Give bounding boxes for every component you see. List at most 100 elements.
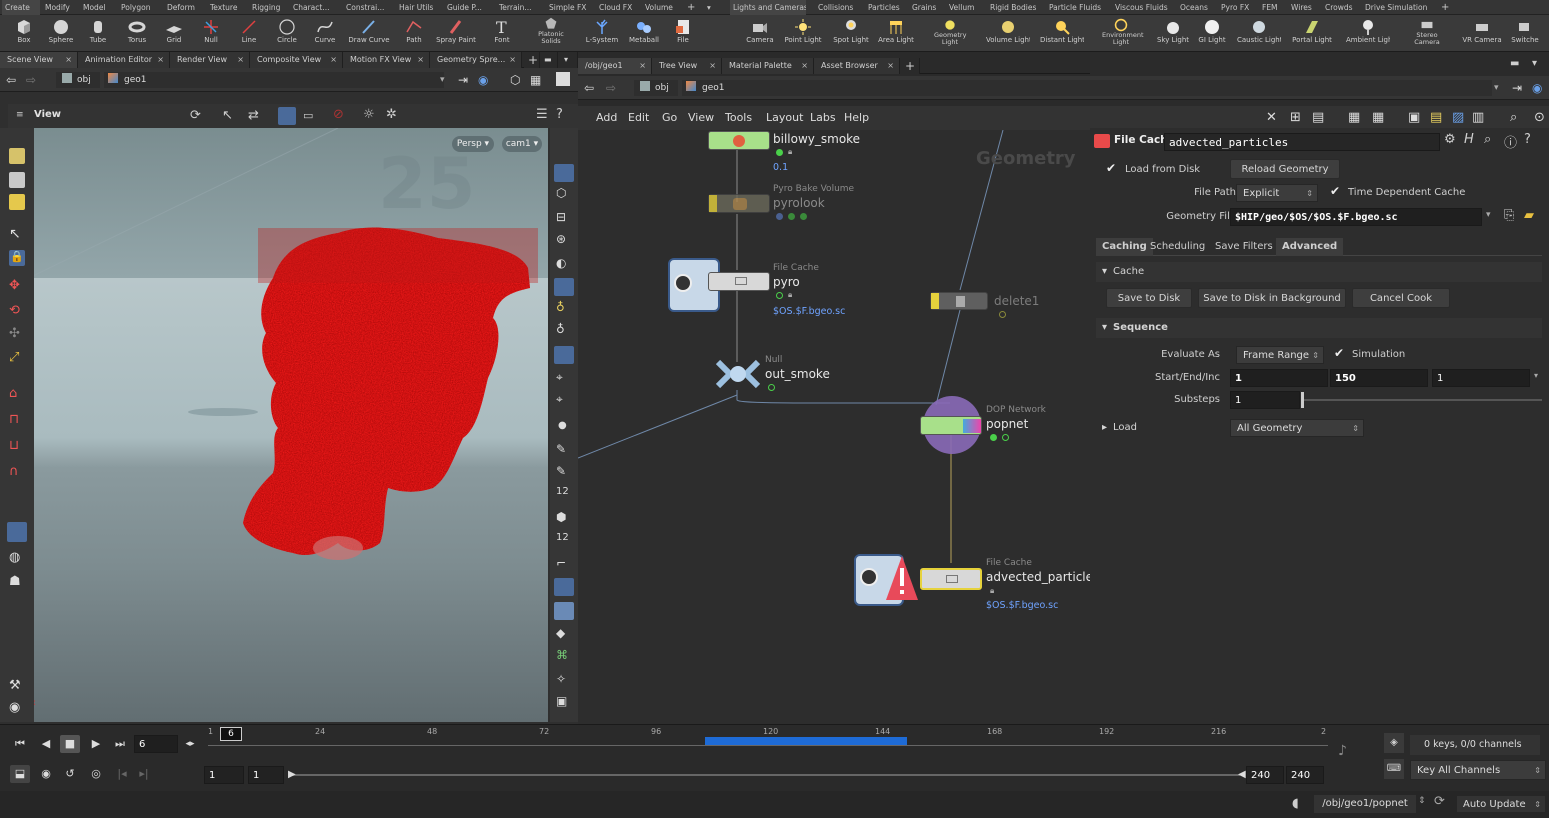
- menu-layout[interactable]: Layout: [766, 106, 803, 130]
- lights-icon[interactable]: [554, 278, 574, 296]
- help-icon[interactable]: ?: [1524, 132, 1531, 147]
- cookie-icon[interactable]: ◉: [9, 700, 25, 716]
- pin-icon[interactable]: ⇥: [1512, 80, 1522, 96]
- loop-icon[interactable]: ↺: [60, 765, 80, 783]
- first-frame-icon[interactable]: ⏮: [10, 735, 30, 753]
- chat-icon[interactable]: ◖: [1292, 796, 1299, 811]
- cache-section[interactable]: ▾ Cache: [1096, 262, 1542, 282]
- shelf-tab[interactable]: Volume: [642, 0, 680, 15]
- display-flag-icon[interactable]: [990, 434, 997, 441]
- tab-scheduling[interactable]: Scheduling: [1144, 238, 1211, 256]
- shelf-tab[interactable]: Deform: [164, 0, 206, 15]
- list-icon[interactable]: ▤: [1312, 106, 1324, 130]
- chevron-down-icon[interactable]: ▾: [440, 72, 445, 88]
- range-slider[interactable]: [290, 774, 1240, 776]
- snap-grid-icon[interactable]: [7, 522, 27, 542]
- render-flag-icon[interactable]: [800, 213, 807, 220]
- maximize-icon[interactable]: ▬: [1510, 58, 1519, 69]
- file-browse-icon[interactable]: ⎘: [1504, 208, 1514, 223]
- info-icon[interactable]: ⓘ: [1504, 132, 1517, 151]
- forward-arrow-icon[interactable]: ⇨: [26, 72, 36, 88]
- add-tab-icon[interactable]: +: [900, 58, 920, 74]
- refresh-icon[interactable]: ⟳: [1434, 794, 1445, 809]
- close-icon[interactable]: ×: [237, 52, 244, 68]
- wireframe-icon[interactable]: [278, 107, 296, 125]
- play-icon[interactable]: ▶: [86, 735, 106, 753]
- current-frame-marker[interactable]: 6: [220, 727, 242, 741]
- chevron-down-icon[interactable]: ▾: [1486, 210, 1491, 220]
- headlight-icon[interactable]: ♁: [556, 322, 572, 338]
- simulation-checkbox[interactable]: ✔: [1334, 346, 1344, 360]
- capture-icon[interactable]: ▣: [556, 694, 572, 710]
- viewport-3d[interactable]: 25 Persp ▾ cam1 ▾ z↗x: [8, 128, 548, 722]
- visibility-icon[interactable]: ⊛: [556, 232, 572, 248]
- cube-view-icon[interactable]: ⬡: [510, 72, 520, 88]
- lights-icon[interactable]: ☼: [363, 107, 375, 122]
- metaball-tool[interactable]: Metaball: [622, 16, 666, 51]
- close-icon[interactable]: ×: [417, 52, 424, 68]
- shading-icon[interactable]: ◐: [556, 256, 572, 272]
- record-icon[interactable]: ⊘: [333, 107, 344, 122]
- tube-tool[interactable]: Tube: [76, 16, 120, 51]
- path-tool[interactable]: Path: [392, 16, 436, 51]
- close-icon[interactable]: ×: [330, 52, 337, 68]
- add-shelf-icon[interactable]: +: [1438, 0, 1452, 15]
- network-graph[interactable]: Geometry billowy_smoke 🔒︎ 0.1 Pyro Bake …: [578, 130, 1090, 724]
- move-tool-icon[interactable]: ✥: [9, 278, 25, 294]
- template-icon[interactable]: [554, 602, 574, 620]
- file-path-dropdown[interactable]: Explicit ⇕: [1236, 184, 1318, 202]
- ambient-light-tool[interactable]: Ambient Light: [1346, 16, 1390, 51]
- caustic-light-tool[interactable]: Caustic Light: [1237, 16, 1281, 51]
- shelf-tab[interactable]: Particles: [865, 0, 903, 15]
- shelf-tab[interactable]: Particle Fluids: [1046, 0, 1104, 15]
- group-icon[interactable]: ⌖: [556, 392, 572, 408]
- key-icon[interactable]: ⌨: [1384, 759, 1404, 779]
- pin-icon[interactable]: ⇥: [458, 72, 468, 88]
- environment-light-tool[interactable]: Environment Light: [1099, 16, 1144, 51]
- menu-help[interactable]: Help: [844, 106, 869, 130]
- magnet-icon[interactable]: ⊓: [9, 412, 25, 428]
- auto-update-dropdown[interactable]: Auto Update ⇕: [1456, 795, 1546, 813]
- add-shelf-icon[interactable]: +: [684, 0, 702, 15]
- node-billowy-smoke[interactable]: [708, 131, 770, 150]
- select-arrow-icon[interactable]: ↖: [222, 108, 233, 123]
- chevron-down-icon[interactable]: ▾: [704, 0, 716, 15]
- link-icon[interactable]: ◉: [478, 72, 488, 88]
- magnet-icon[interactable]: ⊔: [9, 438, 25, 454]
- node-delete1[interactable]: [930, 292, 988, 310]
- node-out-smoke[interactable]: [716, 358, 760, 390]
- search-icon[interactable]: ⌕: [1484, 132, 1491, 147]
- keys-channels-label[interactable]: 0 keys, 0/0 channels: [1410, 735, 1540, 755]
- lock-icon[interactable]: 🔒︎: [788, 147, 792, 157]
- path-geo1[interactable]: geo1: [682, 80, 1492, 96]
- tab-tree-view[interactable]: Tree View ×: [652, 58, 722, 74]
- robot-icon[interactable]: ☗: [9, 574, 25, 590]
- back-arrow-icon[interactable]: ⇦: [584, 80, 594, 96]
- distant-light-tool[interactable]: Distant Light: [1040, 16, 1084, 51]
- hammer-icon[interactable]: ⚒: [9, 678, 25, 694]
- spray-paint-tool[interactable]: Spray Paint: [434, 16, 478, 51]
- node-pyro[interactable]: [708, 272, 770, 291]
- magnet-icon[interactable]: ⌂: [9, 386, 25, 402]
- add-tab-icon[interactable]: +: [524, 52, 540, 68]
- shelf-tab[interactable]: Charact...: [290, 0, 340, 15]
- link-icon[interactable]: ◉: [1532, 80, 1542, 96]
- rotate-tool-icon[interactable]: ⟲: [9, 303, 25, 319]
- display-flag-icon[interactable]: [776, 149, 783, 156]
- path-obj[interactable]: obj: [56, 72, 100, 88]
- range-start-field[interactable]: 1: [204, 766, 244, 784]
- node-name-field[interactable]: advected_particles: [1164, 133, 1440, 151]
- timeline-ruler[interactable]: [208, 745, 1328, 746]
- range-start-icon[interactable]: |◂: [112, 765, 132, 783]
- load-dropdown[interactable]: All Geometry ⇕: [1230, 419, 1364, 437]
- toggle-icon[interactable]: [556, 72, 570, 86]
- vertex-number-icon[interactable]: 12: [556, 532, 572, 548]
- edge-icon[interactable]: ✎: [556, 464, 572, 480]
- range-left-handle[interactable]: ▶: [288, 769, 296, 780]
- menu-add[interactable]: Add: [596, 106, 617, 130]
- vr-camera-tool[interactable]: VR Camera: [1460, 16, 1504, 51]
- shelf-tab[interactable]: Texture: [207, 0, 249, 15]
- chevron-down-icon[interactable]: ▾: [1494, 80, 1499, 96]
- scale-tool-icon[interactable]: ✣: [9, 326, 25, 342]
- transform-tool-icon[interactable]: ⤢: [9, 350, 25, 366]
